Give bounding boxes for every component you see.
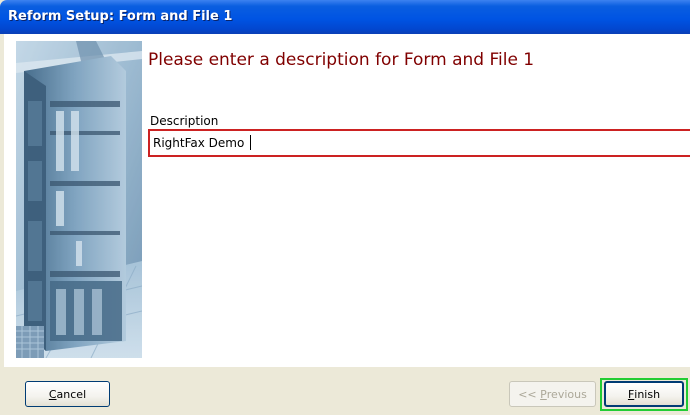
text-caret [250,135,251,150]
page-heading: Please enter a description for Form and … [148,50,535,70]
server-rack-image [16,41,142,358]
previous-button[interactable]: << Previous [509,381,596,407]
cancel-accelerator: C [48,387,57,401]
finish-label: inish [634,387,661,401]
previous-label: revious [546,387,587,401]
previous-prefix: << [518,387,541,401]
server-rack-illustration [16,41,142,358]
window-title: Reform Setup: Form and File 1 [8,9,233,24]
description-input[interactable] [148,129,690,157]
description-label: Description [150,114,219,128]
title-bar[interactable]: Reform Setup: Form and File 1 [0,0,690,34]
cancel-button[interactable]: Cancel [25,381,110,407]
finish-button[interactable]: Finish [604,381,684,407]
cancel-label: ancel [56,387,87,401]
previous-accelerator: P [540,387,547,401]
wizard-window: Reform Setup: Form and File 1 Please ent… [0,0,690,415]
